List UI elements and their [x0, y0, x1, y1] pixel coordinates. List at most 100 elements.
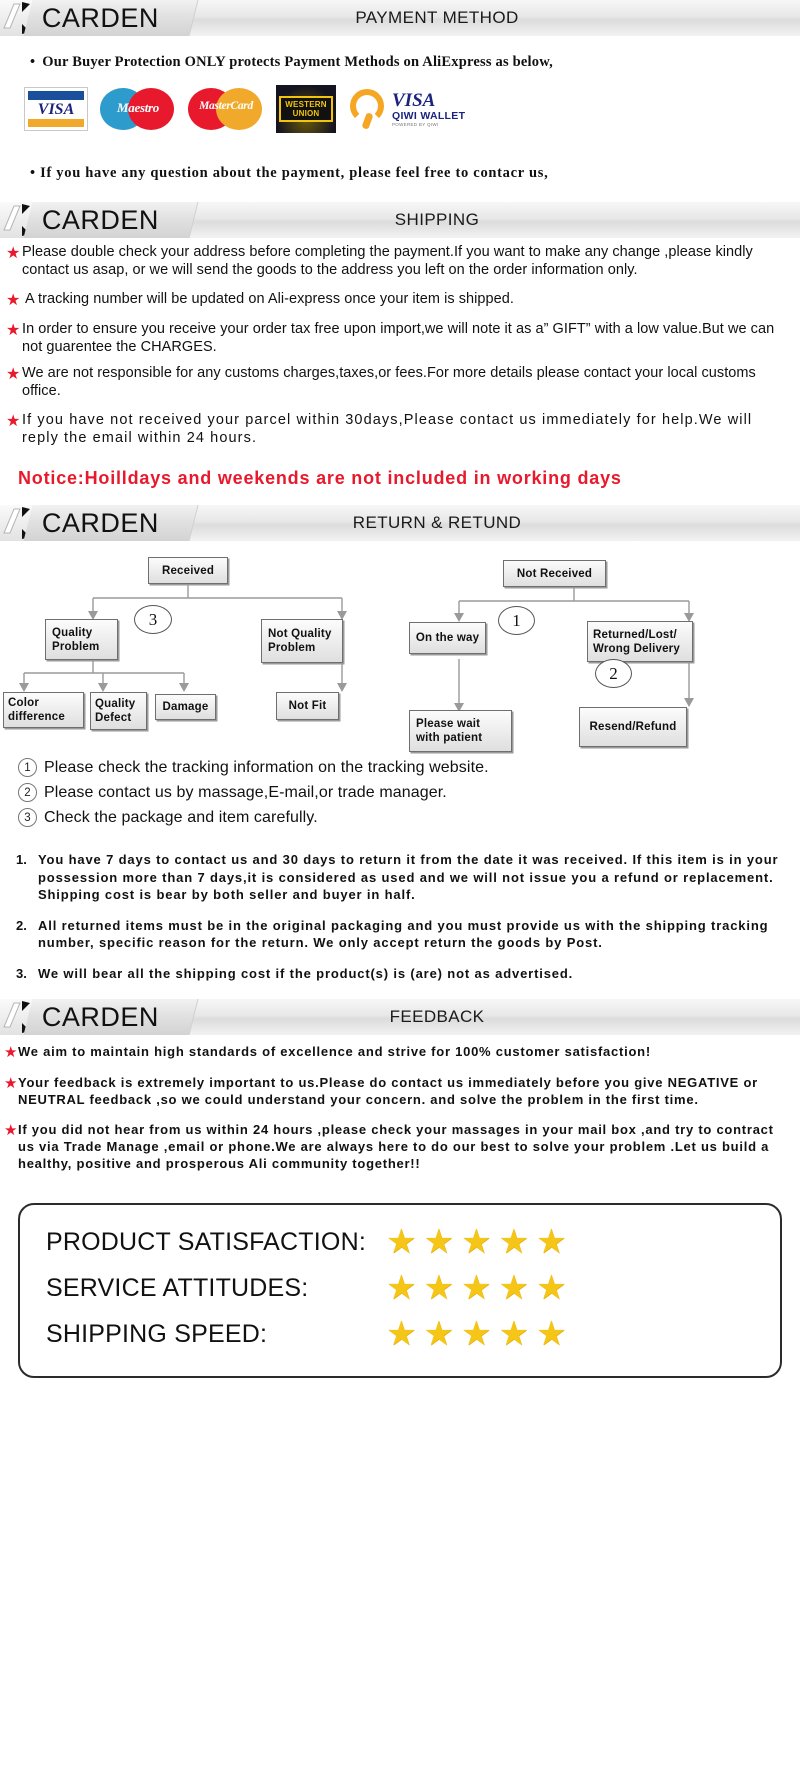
rating-stars: ★ ★ ★ ★ ★: [386, 1317, 566, 1351]
list-item: 1. You have 7 days to contact us and 30 …: [16, 851, 790, 904]
rating-label: SERVICE ATTITUDES:: [46, 1273, 309, 1302]
payment-bullet-bottom: • If you have any question about the pay…: [30, 165, 549, 181]
section-title-return: RETURN & RETUND: [352, 513, 522, 532]
star-bullet-icon: ★: [6, 322, 21, 339]
shipping-text-4: We are not responsible for any customs c…: [22, 365, 756, 399]
rating-stars: ★ ★ ★ ★ ★: [386, 1271, 566, 1305]
flow-box-returned-lost-wrong-delivery: Returned/Lost/ Wrong Delivery: [587, 621, 693, 662]
star-bullet-icon: ★: [6, 366, 21, 383]
brand-tab: CARDEN: [23, 505, 199, 541]
flow-box-quality-problem: Quality Problem: [45, 619, 118, 660]
flow-marker-2: 2: [595, 659, 632, 688]
holiday-notice: Notice:Hoilldays and weekends are not in…: [18, 468, 622, 488]
flow-box-damage: Damage: [155, 694, 216, 720]
shipping-text-2: A tracking number will be updated on Ali…: [25, 291, 514, 307]
star-bullet-icon: ★: [6, 413, 21, 430]
flow-marker-1: 1: [498, 606, 535, 635]
rating-stars: ★ ★ ★ ★ ★: [386, 1225, 566, 1259]
brand-tab: CARDEN: [23, 999, 199, 1035]
flow-box-not-received: Not Received: [503, 560, 606, 587]
brand-name: CARDEN: [42, 204, 160, 235]
feedback-text-1: We aim to maintain high standards of exc…: [18, 1044, 651, 1059]
payment-logo-row: VISA Maestro MasterCard WESTERN UNION VI…: [0, 71, 800, 143]
western-union-line1: WESTERN: [285, 100, 327, 109]
qiwi-q-icon: [348, 87, 388, 131]
list-item: 2 Please contact us by massage,E-mail,or…: [18, 783, 800, 802]
list-item: ★ If you have not received your parcel w…: [6, 412, 792, 447]
star-icon: ★: [460, 1269, 492, 1307]
maestro-logo: Maestro: [100, 86, 176, 132]
rating-label: SHIPPING SPEED:: [46, 1319, 268, 1348]
brand-tab: CARDEN: [23, 0, 199, 36]
flow-box-quality-defect: Quality Defect: [90, 692, 147, 730]
numbered-marker-2: 2.: [16, 917, 27, 933]
flow-box-received: Received: [148, 557, 228, 584]
payment-bullet-top: • Our Buyer Protection ONLY protects Paym…: [30, 54, 553, 70]
brand-name: CARDEN: [42, 1001, 160, 1032]
star-icon: ★: [460, 1223, 492, 1261]
section-title-payment: PAYMENT METHOD: [355, 8, 519, 27]
flow-box-not-quality-problem: Not Quality Problem: [261, 619, 343, 663]
rating-label: PRODUCT SATISFACTION:: [46, 1227, 366, 1256]
shipping-text-1: Please double check your address before …: [22, 244, 753, 278]
return-circled-notes: 1 Please check the tracking information …: [0, 752, 800, 837]
list-item: ★ If you did not hear from us within 24 …: [4, 1121, 794, 1172]
flow-box-not-fit: Not Fit: [276, 692, 339, 720]
section-banner-feedback: CARDEN FEEDBACK: [0, 999, 800, 1035]
circled-note-text-3: Check the package and item carefully.: [44, 808, 318, 826]
maestro-wordmark: Maestro: [117, 100, 159, 115]
flow-box-on-the-way: On the way: [409, 622, 486, 654]
qiwi-wallet-logo: VISA QIWI WALLET POWERED BY QIWI: [348, 87, 465, 131]
star-icon: ★: [498, 1223, 529, 1261]
numbered-marker-1: 1.: [16, 852, 27, 867]
star-icon: ★: [386, 1269, 417, 1307]
star-icon: ★: [535, 1315, 567, 1353]
numbered-note-text-2: All returned items must be in the origin…: [38, 917, 769, 951]
qiwi-wallet-wordmark: QIWI WALLET: [392, 109, 466, 122]
star-icon: ★: [498, 1269, 529, 1307]
star-bullet-icon: ★: [4, 1122, 18, 1139]
list-item: 3 Check the package and item carefully.: [18, 808, 800, 827]
list-item: ★ In order to ensure you receive your or…: [6, 321, 792, 356]
rating-rows: PRODUCT SATISFACTION: ★ ★ ★ ★ ★ SERVICE …: [20, 1205, 780, 1357]
star-icon: ★: [386, 1223, 417, 1261]
shipping-list: ★ Please double check your address befor…: [0, 238, 800, 460]
mastercard-wordmark: MasterCard: [199, 100, 253, 112]
flow-box-please-wait: Please wait with patient: [409, 710, 512, 752]
return-flowchart: Received 3 Quality Problem Not Quality P…: [0, 547, 800, 752]
list-item: ★ A tracking number will be updated on A…: [6, 291, 792, 309]
star-bullet-icon: ★: [6, 292, 21, 309]
star-icon: ★: [535, 1269, 567, 1307]
list-item: ★ Your feedback is extremely important t…: [4, 1074, 794, 1108]
qiwi-text-block: VISA QIWI WALLET POWERED BY QIWI: [392, 91, 466, 127]
section-banner-return: CARDEN RETURN & RETUND: [0, 505, 800, 541]
visa-logo: VISA: [24, 87, 88, 131]
product-info-page: CARDEN PAYMENT METHOD • Our Buyer Protect…: [0, 0, 800, 1378]
circled-number-2: 2: [18, 783, 37, 802]
rating-row-shipping-speed: SHIPPING SPEED: ★ ★ ★ ★ ★: [20, 1311, 780, 1357]
western-union-line2: UNION: [292, 109, 320, 118]
list-item: 2. All returned items must be in the ori…: [16, 917, 790, 952]
bullet-dot-icon: •: [30, 54, 36, 70]
mastercard-logo: MasterCard: [188, 86, 264, 132]
flow-box-color-difference: Color difference: [3, 692, 84, 728]
star-icon: ★: [423, 1315, 454, 1353]
star-bullet-icon: ★: [6, 245, 21, 262]
numbered-note-text-3: We will bear all the shipping cost if th…: [38, 965, 574, 981]
rating-row-product-satisfaction: PRODUCT SATISFACTION: ★ ★ ★ ★ ★: [20, 1219, 780, 1265]
star-icon: ★: [423, 1269, 454, 1307]
feedback-text-3: If you did not hear from us within 24 ho…: [18, 1122, 774, 1171]
section-banner-shipping: CARDEN SHIPPING: [0, 202, 800, 238]
brand-name: CARDEN: [42, 2, 160, 33]
star-icon: ★: [535, 1223, 567, 1261]
return-numbered-notes: 1. You have 7 days to contact us and 30 …: [0, 837, 800, 999]
visa-wordmark: VISA: [37, 100, 75, 118]
shipping-text-3: In order to ensure you receive your orde…: [22, 321, 775, 355]
visa-bottom-band: [28, 119, 84, 127]
bullet-dot-icon-2: •: [30, 165, 36, 181]
brand-name: CARDEN: [42, 507, 160, 538]
feedback-list: ★ We aim to maintain high standards of e…: [0, 1035, 800, 1189]
western-union-plate: WESTERN UNION: [279, 96, 333, 122]
circled-number-1: 1: [18, 758, 37, 777]
visa-top-band: [28, 91, 84, 100]
